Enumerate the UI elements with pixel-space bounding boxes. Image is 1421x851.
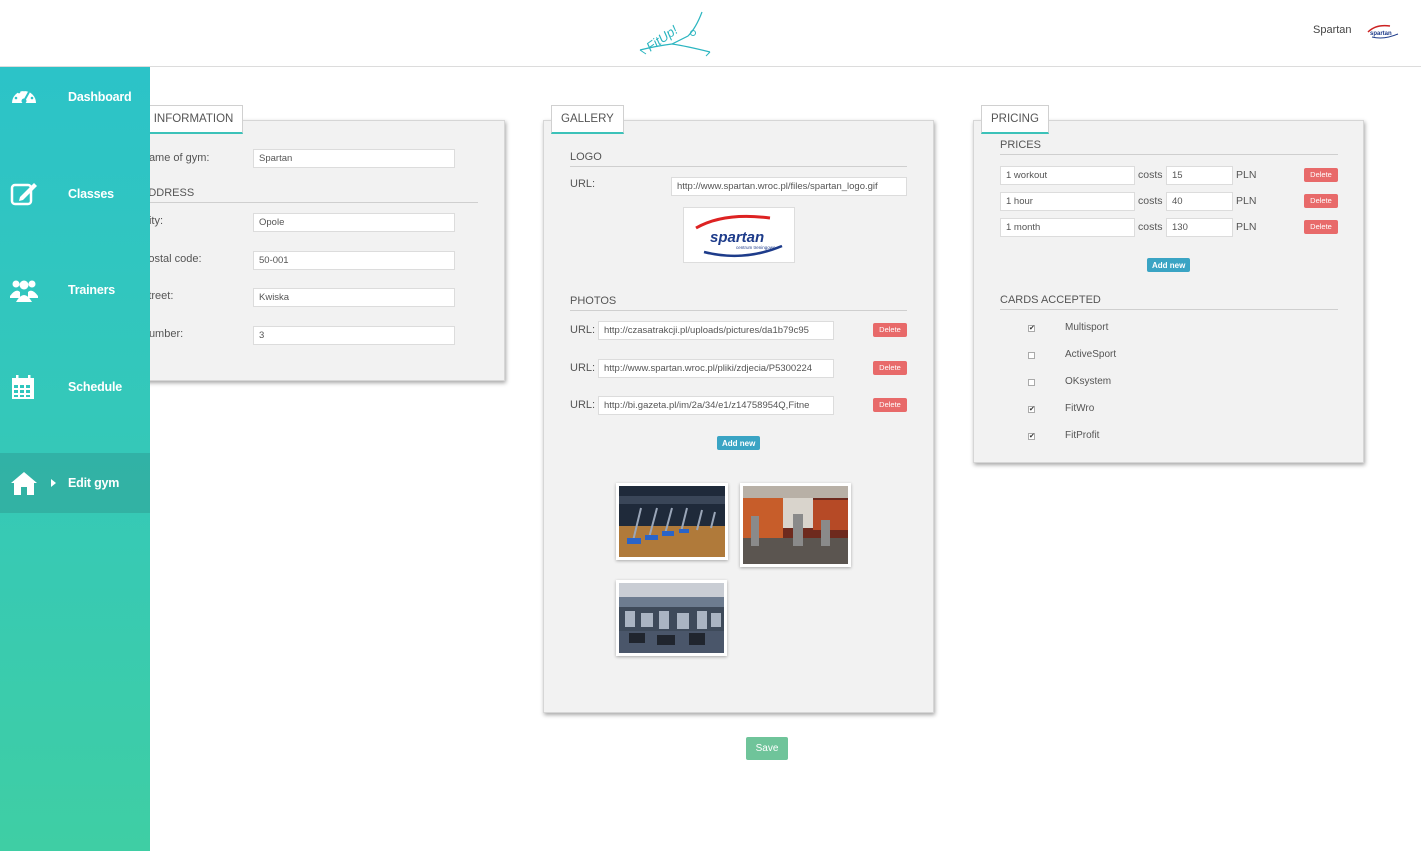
card-checkbox-fitwro[interactable]: ✔ — [1028, 406, 1035, 413]
logo-preview: spartan centrum treningowe — [683, 207, 795, 263]
users-icon — [10, 280, 38, 302]
photo-url-input[interactable]: http://czasatrakcji.pl/uploads/pictures/… — [598, 321, 834, 340]
card-checkbox-fitprofit[interactable]: ✔ — [1028, 433, 1035, 440]
photos-section-title: PHOTOS — [570, 295, 907, 311]
delete-price-button[interactable]: Delete — [1304, 220, 1338, 234]
photo-url-label: URL: — [570, 399, 596, 411]
caret-right-icon — [51, 479, 56, 487]
card-checkbox-oksystem[interactable] — [1028, 379, 1035, 386]
avatar[interactable]: spartan — [1366, 22, 1400, 40]
costs-label: costs — [1138, 195, 1163, 207]
delete-photo-button[interactable]: Delete — [873, 398, 907, 412]
logo-section-title: LOGO — [570, 151, 907, 167]
card-label: Multisport — [1065, 322, 1109, 333]
card-label: OKsystem — [1065, 376, 1112, 387]
photo-url-label: URL: — [570, 324, 596, 336]
price-name-input[interactable]: 1 month — [1000, 218, 1135, 237]
prices-section-title: PRICES — [1000, 139, 1338, 155]
sidebar-item-trainers[interactable]: Trainers — [0, 260, 150, 320]
gallery-panel: LOGO URL: http://www.spartan.wroc.pl/fil… — [543, 120, 934, 713]
card-label: ActiveSport — [1065, 349, 1117, 360]
tab-pricing[interactable]: PRICING — [981, 105, 1049, 134]
cards-section-title: CARDS ACCEPTED — [1000, 294, 1338, 310]
gym-photo-2 — [743, 486, 848, 564]
calendar-icon — [12, 375, 34, 399]
sidebar-item-dashboard[interactable]: Dashboard — [0, 67, 150, 127]
home-icon — [11, 472, 37, 495]
card-checkbox-multisport[interactable]: ✔ — [1028, 325, 1035, 332]
price-name-input[interactable]: 1 workout — [1000, 166, 1135, 185]
street-input[interactable]: Kwiska — [253, 288, 455, 307]
tab-gallery[interactable]: GALLERY — [551, 105, 624, 134]
user-name[interactable]: Spartan — [1313, 24, 1352, 36]
card-label: FitProfit — [1065, 430, 1100, 441]
currency-label: PLN — [1236, 169, 1257, 181]
costs-label: costs — [1138, 221, 1163, 233]
costs-label: costs — [1138, 169, 1163, 181]
address-section-title: ADDRESS — [141, 187, 478, 203]
sidebar-item-schedule[interactable]: Schedule — [0, 357, 150, 417]
sidebar-item-label: Schedule — [68, 380, 122, 394]
svg-text:spartan: spartan — [1370, 31, 1392, 37]
delete-photo-button[interactable]: Delete — [873, 323, 907, 337]
add-photo-button[interactable]: Add new — [717, 436, 761, 450]
card-label: FitWro — [1065, 403, 1095, 414]
dashboard-gauge-icon — [12, 88, 36, 104]
delete-price-button[interactable]: Delete — [1304, 168, 1338, 182]
gym-name-input[interactable]: Spartan — [253, 149, 455, 168]
logo-url-input[interactable]: http://www.spartan.wroc.pl/files/spartan… — [671, 177, 907, 196]
sidebar-item-label: Edit gym — [68, 476, 120, 490]
photo-thumbnail[interactable] — [616, 580, 727, 656]
postal-code-label: Postal code: — [141, 253, 202, 265]
currency-label: PLN — [1236, 221, 1257, 233]
sidebar-item-classes[interactable]: Classes — [0, 164, 150, 224]
gym-name-label: Name of gym: — [141, 152, 210, 164]
basic-info-panel: Name of gym: Spartan ADDRESS City: Opole… — [88, 120, 505, 381]
number-input[interactable]: 3 — [253, 326, 455, 345]
price-value-input[interactable]: 40 — [1166, 192, 1233, 211]
fitup-logo: FitUp! — [639, 11, 711, 57]
currency-label: PLN — [1236, 195, 1257, 207]
logo-brand-text: spartan — [710, 229, 764, 246]
price-value-input[interactable]: 130 — [1166, 218, 1233, 237]
postal-code-input[interactable]: 50-001 — [253, 251, 455, 270]
save-button[interactable]: Save — [746, 737, 788, 760]
sidebar: Dashboard Classes Trainers Schedule Edit… — [0, 67, 150, 851]
price-name-input[interactable]: 1 hour — [1000, 192, 1135, 211]
delete-price-button[interactable]: Delete — [1304, 194, 1338, 208]
sidebar-item-label: Dashboard — [68, 90, 132, 104]
spartan-logo: spartan centrum treningowe — [695, 214, 783, 258]
price-value-input[interactable]: 15 — [1166, 166, 1233, 185]
pricing-panel: PRICES 1 workout costs 15 PLN Delete 1 h… — [973, 120, 1364, 463]
edit-icon — [10, 183, 37, 206]
city-input[interactable]: Opole — [253, 213, 455, 232]
photo-thumbnail[interactable] — [740, 483, 851, 567]
logo-url-label: URL: — [570, 178, 596, 190]
gym-photo-3 — [619, 583, 724, 653]
card-checkbox-activesport[interactable] — [1028, 352, 1035, 359]
add-price-button[interactable]: Add new — [1147, 258, 1191, 272]
photo-thumbnail[interactable] — [616, 483, 728, 560]
sidebar-item-label: Classes — [68, 187, 114, 201]
sidebar-item-label: Trainers — [68, 283, 116, 297]
svg-text:FitUp!: FitUp! — [643, 22, 680, 54]
delete-photo-button[interactable]: Delete — [873, 361, 907, 375]
photo-url-input[interactable]: http://www.spartan.wroc.pl/pliki/zdjecia… — [598, 359, 834, 378]
photo-url-label: URL: — [570, 362, 596, 374]
photo-url-input[interactable]: http://bi.gazeta.pl/im/2a/34/e1/z1475895… — [598, 396, 834, 415]
gym-photo-1 — [619, 486, 725, 557]
sidebar-item-edit-gym[interactable]: Edit gym — [0, 453, 150, 513]
top-header: FitUp! Spartan spartan — [0, 0, 1421, 67]
